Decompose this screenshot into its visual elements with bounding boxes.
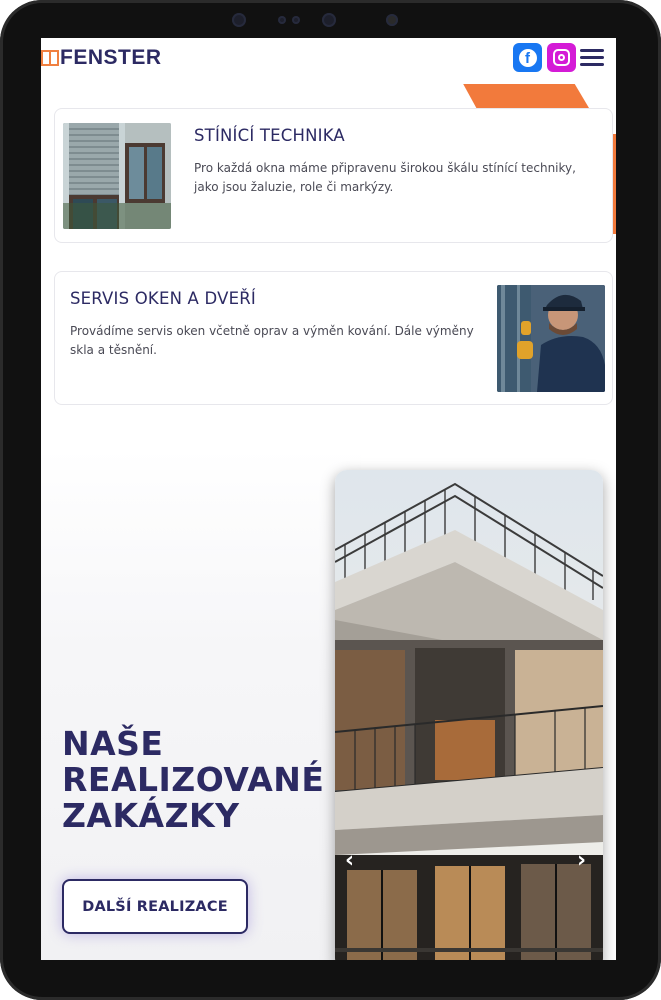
site-header: FENSTER f	[41, 38, 616, 84]
projects-slider[interactable]: ‹ ›	[335, 470, 603, 960]
heading-line: NAŠE	[62, 724, 164, 763]
instagram-icon	[553, 49, 570, 66]
logo-text: FENSTER	[60, 46, 162, 69]
hamburger-menu-icon[interactable]	[580, 49, 604, 67]
camera-bar	[0, 12, 661, 28]
service-card-servicing[interactable]: SERVIS OKEN A DVEŘÍ Provádíme servis oke…	[54, 271, 613, 405]
shutters-image	[63, 123, 171, 229]
logo[interactable]: FENSTER	[41, 46, 162, 69]
service-card-shading[interactable]: STÍNÍCÍ TECHNIKA Pro každá okna máme při…	[54, 108, 613, 243]
sensor-icon	[386, 14, 398, 26]
heading-line: ZAKÁZKY	[62, 796, 240, 835]
heading-line: REALIZOVANÉ	[62, 760, 325, 799]
screen: FENSTER f STÍNÍCÍ TECHNIKA Pro každá okn…	[41, 38, 616, 960]
camera-icon	[322, 13, 336, 27]
instagram-button[interactable]	[547, 43, 576, 72]
card-title: SERVIS OKEN A DVEŘÍ	[70, 289, 256, 308]
window-logo-icon	[41, 50, 59, 66]
card-description: Provádíme servis oken včetně oprav a vým…	[70, 324, 474, 357]
sensor-icon	[292, 16, 300, 24]
sensor-icon	[278, 16, 286, 24]
slider-prev-arrow[interactable]: ‹	[345, 848, 354, 873]
facebook-icon: f	[518, 48, 537, 67]
building-photo	[335, 470, 603, 960]
facebook-button[interactable]: f	[513, 43, 542, 72]
more-projects-button[interactable]: DALŠÍ REALIZACE	[62, 879, 248, 934]
card-title: STÍNÍCÍ TECHNIKA	[194, 126, 345, 145]
tablet-frame: FENSTER f STÍNÍCÍ TECHNIKA Pro každá okn…	[0, 0, 661, 1000]
camera-icon	[232, 13, 246, 27]
card-description: Pro každá okna máme připravenu širokou š…	[194, 161, 576, 194]
realizace-heading: NAŠE REALIZOVANÉ ZAKÁZKY	[62, 726, 324, 834]
technician-image	[497, 285, 605, 392]
decorative-orange-slant	[461, 80, 589, 108]
slider-next-arrow[interactable]: ›	[577, 848, 586, 873]
